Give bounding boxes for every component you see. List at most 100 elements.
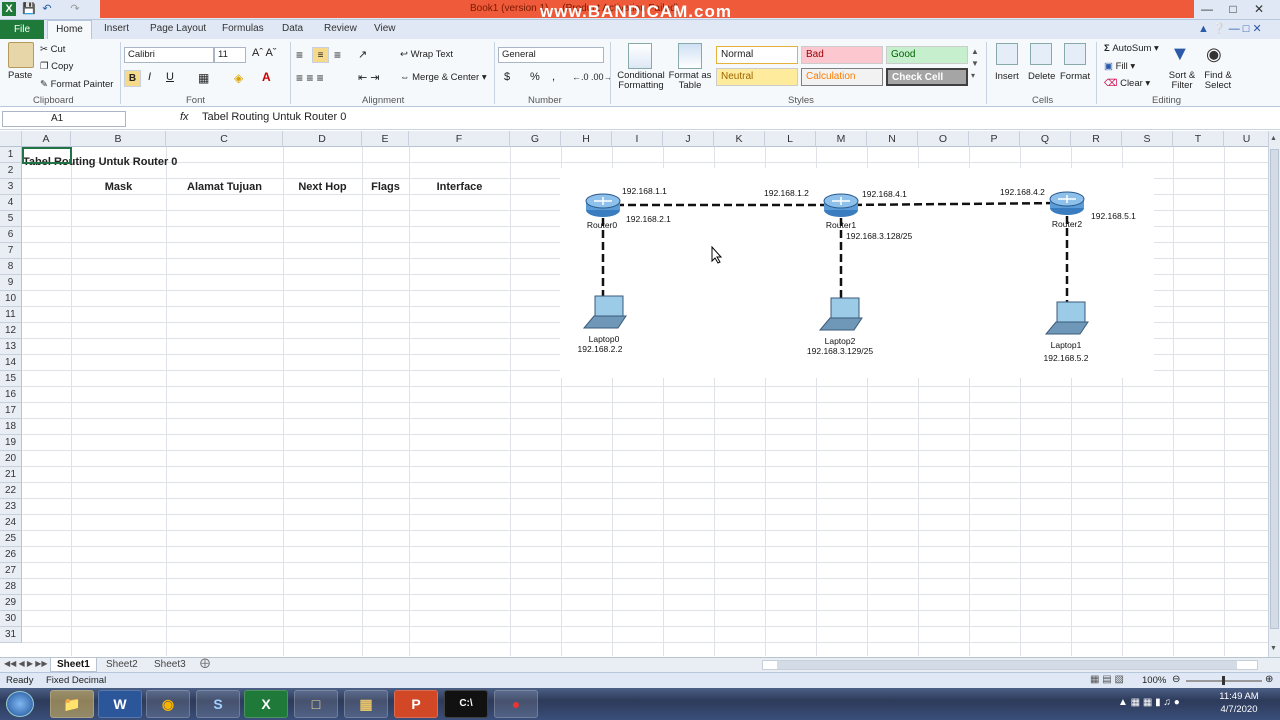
skype-icon[interactable]: S (196, 690, 240, 718)
align-middle-icon[interactable]: ≡ (312, 47, 329, 63)
chrome-icon[interactable]: ◉ (146, 690, 190, 718)
row-header[interactable]: 3 (0, 179, 22, 195)
align-top-icon[interactable]: ≡ (296, 48, 303, 62)
paste-button[interactable]: Paste (8, 70, 32, 81)
paste-icon[interactable] (8, 42, 34, 68)
row-header[interactable]: 28 (0, 579, 22, 595)
cell-f2[interactable]: Interface (409, 181, 510, 193)
explorer-icon[interactable]: 📁 (50, 690, 94, 718)
winrar-icon[interactable]: ▦ (344, 690, 388, 718)
clock-date[interactable]: 4/7/2020 (1214, 704, 1264, 715)
insert-button[interactable]: Insert (995, 71, 1019, 82)
borders-icon[interactable]: ▦ (198, 71, 209, 85)
style-bad[interactable]: Bad (801, 46, 883, 64)
row-header[interactable]: 31 (0, 627, 22, 643)
format-button[interactable]: Format (1060, 71, 1090, 82)
minimize-icon[interactable]: — (1196, 1, 1218, 17)
formula-input[interactable]: Tabel Routing Untuk Router 0 (202, 111, 346, 123)
row-header[interactable]: 19 (0, 435, 22, 451)
fill-color-icon[interactable]: ◈ (234, 71, 243, 85)
bold-button[interactable]: B (124, 70, 141, 87)
row-header[interactable]: 23 (0, 499, 22, 515)
delete-button[interactable]: Delete (1028, 71, 1055, 82)
column-header[interactable]: F (409, 131, 510, 147)
horizontal-scroll-thumb[interactable] (777, 661, 1237, 669)
tab-review[interactable]: Review (324, 23, 357, 34)
laptop1-icon[interactable] (1044, 300, 1090, 336)
maximize-icon[interactable]: □ (1222, 1, 1244, 17)
row-header[interactable]: 8 (0, 259, 22, 275)
underline-button[interactable]: U (166, 71, 174, 83)
column-header[interactable]: O (918, 131, 969, 147)
network-diagram[interactable]: Router0 Router1 Router2 192.168.1.1 192.… (560, 168, 1154, 378)
percent-button[interactable]: % (530, 71, 540, 83)
column-header[interactable]: R (1071, 131, 1122, 147)
decimal-icon[interactable]: ←.0 .00→ (572, 72, 613, 82)
tab-page-layout[interactable]: Page Layout (150, 23, 206, 34)
scroll-up-icon[interactable]: ▲ (1270, 135, 1277, 142)
zoom-out-icon[interactable]: ⊖ (1172, 674, 1180, 685)
scroll-down-icon[interactable]: ▼ (1270, 645, 1277, 652)
column-header[interactable]: K (714, 131, 765, 147)
style-check-cell[interactable]: Check Cell (886, 68, 968, 86)
row-header[interactable]: 29 (0, 595, 22, 611)
row-header[interactable]: 16 (0, 387, 22, 403)
new-sheet-icon[interactable]: ⨁ (200, 658, 210, 669)
start-button-icon[interactable] (6, 691, 34, 717)
cell-d2[interactable]: Next Hop (283, 181, 362, 193)
view-buttons-icon[interactable]: ▦ ▤ ▧ (1090, 674, 1124, 685)
format-painter-button[interactable]: ✎ Format Painter (40, 79, 113, 90)
row-header[interactable]: 18 (0, 419, 22, 435)
fill-button[interactable]: ▣ Fill ▾ (1104, 61, 1135, 72)
vertical-scroll-thumb[interactable] (1270, 149, 1279, 629)
undo-icon[interactable]: ↶ (40, 2, 54, 16)
bandicam-icon[interactable]: ● (494, 690, 538, 718)
style-calculation[interactable]: Calculation (801, 68, 883, 86)
row-header[interactable]: 13 (0, 339, 22, 355)
router1-icon[interactable] (822, 192, 860, 218)
style-good[interactable]: Good (886, 46, 968, 64)
column-header[interactable]: A (22, 131, 71, 147)
function-icon[interactable]: fx (180, 111, 189, 123)
laptop0-icon[interactable] (582, 294, 628, 330)
style-neutral[interactable]: Neutral (716, 68, 798, 86)
column-header[interactable]: H (561, 131, 612, 147)
column-header[interactable]: E (362, 131, 409, 147)
clock-time[interactable]: 11:49 AM (1214, 691, 1264, 702)
zoom-level[interactable]: 100% (1142, 675, 1166, 686)
row-header[interactable]: 17 (0, 403, 22, 419)
merge-center-button[interactable]: ⇔ Merge & Center ▾ (400, 72, 487, 83)
row-header[interactable]: 14 (0, 355, 22, 371)
row-header[interactable]: 10 (0, 291, 22, 307)
format-as-table-button[interactable]: Format as Table (668, 71, 712, 91)
orientation-icon[interactable]: ↗ (358, 48, 367, 61)
sheet-tab-sheet2[interactable]: Sheet2 (100, 658, 144, 672)
horizontal-scrollbar[interactable] (762, 660, 1258, 670)
delete-cells-icon[interactable] (1030, 43, 1052, 65)
router2-icon[interactable] (1048, 190, 1086, 216)
comma-button[interactable]: , (552, 71, 555, 83)
cell-e2[interactable]: Flags (362, 181, 409, 193)
zoom-in-icon[interactable]: ⊕ (1265, 674, 1273, 685)
row-header[interactable]: 20 (0, 451, 22, 467)
column-header[interactable]: I (612, 131, 663, 147)
style-normal[interactable]: Normal (716, 46, 798, 64)
close-icon[interactable]: ✕ (1248, 1, 1270, 17)
tab-view[interactable]: View (374, 23, 396, 34)
terminal-icon[interactable]: C:\ (444, 690, 488, 718)
name-box[interactable]: A1 (2, 111, 126, 127)
router0-icon[interactable] (584, 192, 622, 218)
sheet-tab-sheet1[interactable]: Sheet1 (50, 658, 97, 672)
select-all-button[interactable] (0, 131, 22, 147)
sort-filter-icon[interactable]: ▼ (1170, 43, 1190, 66)
clear-button[interactable]: ⌫ Clear ▾ (1104, 78, 1150, 89)
save-icon[interactable]: 💾 (22, 2, 36, 16)
row-header[interactable]: 1 (0, 147, 22, 163)
row-header[interactable]: 15 (0, 371, 22, 387)
row-header[interactable]: 4 (0, 195, 22, 211)
row-header[interactable]: 11 (0, 307, 22, 323)
tab-formulas[interactable]: Formulas (222, 23, 264, 34)
font-name-select[interactable]: Calibri (124, 47, 214, 63)
column-header[interactable]: M (816, 131, 867, 147)
column-header[interactable]: L (765, 131, 816, 147)
